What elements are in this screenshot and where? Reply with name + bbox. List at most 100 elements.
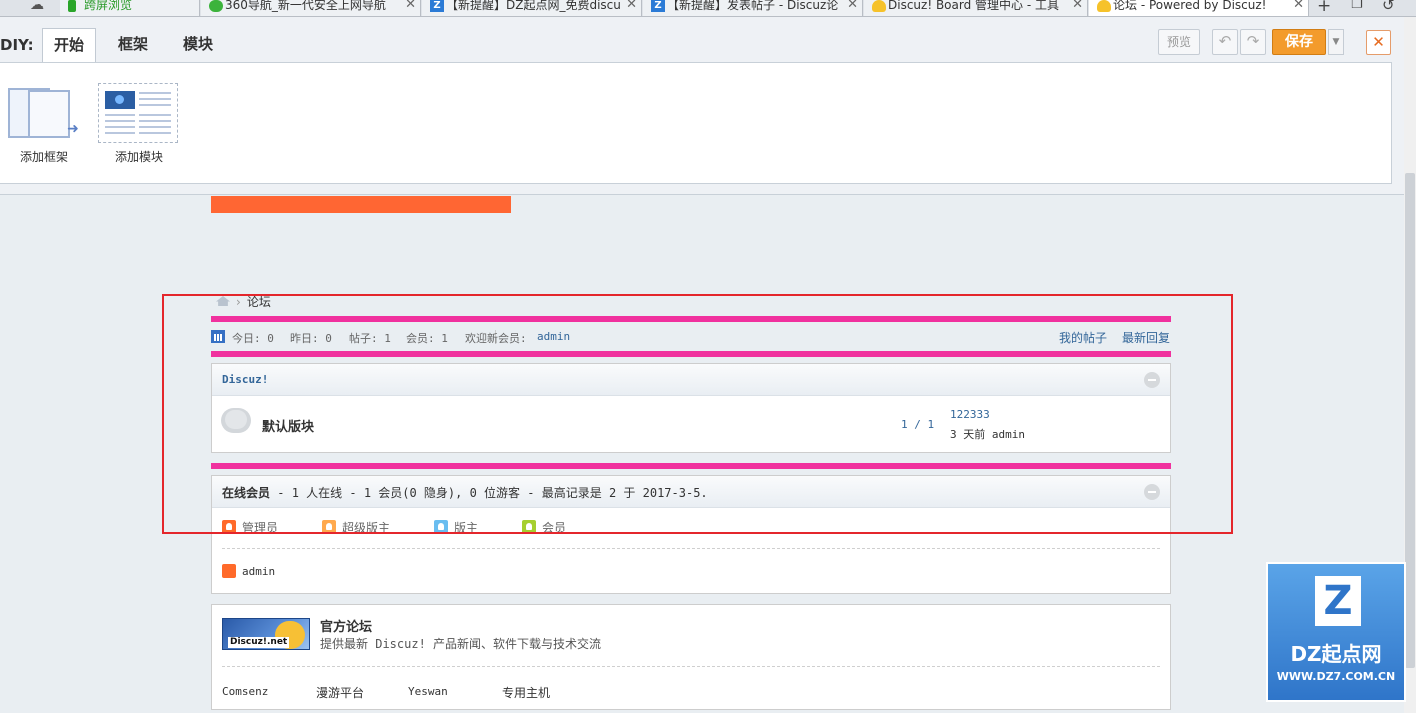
- browser-tab-admin[interactable]: Discuz! Board 管理中心 - 工具 ✕: [864, 0, 1088, 16]
- tab-start[interactable]: 开始: [42, 28, 96, 63]
- browser-tab-cross-screen[interactable]: 跨屏浏览: [60, 0, 200, 16]
- cloud-icon[interactable]: ☁: [30, 0, 48, 13]
- stat-welcome: 欢迎新会员:: [465, 332, 527, 345]
- save-button[interactable]: 保存: [1272, 29, 1326, 55]
- dashed-divider: [222, 666, 1160, 667]
- logo-text: Discuz!.net: [228, 637, 290, 648]
- online-user-name[interactable]: admin: [242, 565, 275, 578]
- forum-stats-row: 今日: 0 昨日: 0 帖子: 1 会员: 1 欢迎新会员: admin 我的帖…: [211, 329, 1171, 347]
- restore-tab-icon[interactable]: ↺: [1382, 0, 1398, 14]
- redo-button[interactable]: ↷: [1240, 29, 1266, 55]
- links-box: Discuz!.net 官方论坛 提供最新 Discuz! 产品新闻、软件下载与…: [211, 604, 1171, 710]
- close-icon[interactable]: ✕: [405, 0, 416, 11]
- tab-module[interactable]: 模块: [171, 28, 225, 62]
- online-title-label[interactable]: 在线会员: [222, 486, 270, 500]
- forum-group-title[interactable]: Discuz!: [222, 373, 268, 386]
- friend-link-manyou[interactable]: 漫游平台: [316, 684, 364, 701]
- online-user-admin[interactable]: admin: [222, 564, 275, 578]
- forum-last-post-meta: 3 天前 admin: [950, 428, 1025, 441]
- stat-posts: 帖子: 1: [349, 332, 391, 345]
- discuz-net-logo[interactable]: Discuz!.net: [222, 618, 310, 650]
- new-tab-icon[interactable]: +: [1317, 0, 1333, 16]
- online-members-title: 在线会员 - 1 人在线 - 1 会员(0 隐身), 0 位游客 - 最高记录是…: [222, 484, 708, 501]
- friend-link-yeswan[interactable]: Yeswan: [408, 685, 448, 698]
- legend-label: 版主: [454, 521, 479, 535]
- phone-icon: [68, 0, 76, 12]
- legend-label: 会员: [542, 521, 567, 535]
- browser-tab-label: 360导航_新一代安全上网导航: [225, 0, 386, 12]
- close-icon[interactable]: ✕: [1072, 0, 1083, 11]
- forum-thread-count: 1 / 1: [901, 418, 935, 431]
- forum-bubble-icon: [221, 408, 253, 436]
- bulb-icon: [872, 0, 886, 12]
- tab-list-icon[interactable]: ❐: [1351, 0, 1367, 12]
- dz-icon: Z: [651, 0, 665, 12]
- user-super-moderator-icon: [322, 520, 336, 534]
- official-forum-desc: 提供最新 Discuz! 产品新闻、软件下载与技术交流: [320, 637, 602, 651]
- user-admin-icon: [222, 564, 236, 578]
- dashed-divider: [222, 548, 1160, 549]
- legend-label: 超级版主: [342, 521, 391, 535]
- user-member-icon: [522, 520, 536, 534]
- dz7-watermark-logo: Z DZ起点网 WWW.DZ7.COM.CN: [1266, 562, 1406, 702]
- close-icon[interactable]: ✕: [626, 0, 637, 11]
- orange-header-strip: [211, 196, 511, 213]
- pink-divider-bar: [211, 463, 1171, 469]
- tab-frame[interactable]: 框架: [106, 28, 160, 62]
- stat-yesterday: 昨日: 0: [290, 332, 332, 345]
- friend-link-hosting[interactable]: 专用主机: [502, 684, 550, 701]
- legend-moderator: 版主: [434, 519, 478, 536]
- friend-link-comsenz[interactable]: Comsenz: [222, 685, 268, 698]
- browser-tab-label: 【新提醒】DZ起点网_免费discu: [446, 0, 621, 12]
- my-posts-link[interactable]: 我的帖子: [1059, 329, 1107, 346]
- browser-tab-dz7[interactable]: Z 【新提醒】DZ起点网_免费discu ✕: [422, 0, 642, 16]
- browser-tab-label: 论坛 - Powered by Discuz!: [1113, 0, 1267, 12]
- collapse-icon[interactable]: [1144, 372, 1160, 388]
- latest-replies-link[interactable]: 最新回复: [1122, 329, 1170, 346]
- legend-super-moderator: 超级版主: [322, 519, 390, 536]
- 360-icon: [209, 0, 223, 12]
- forum-last-post-link[interactable]: 122333: [950, 408, 990, 421]
- close-icon[interactable]: ✕: [1293, 0, 1304, 11]
- legend-member: 会员: [522, 519, 566, 536]
- diy-panel: ➜ 添加框架 添加模块: [0, 62, 1392, 184]
- browser-tab-label: 【新提醒】发表帖子 - Discuz论: [667, 0, 839, 12]
- collapse-icon[interactable]: [1144, 484, 1160, 500]
- online-members-box: 在线会员 - 1 人在线 - 1 会员(0 隐身), 0 位游客 - 最高记录是…: [211, 475, 1171, 594]
- preview-button[interactable]: 预览: [1158, 29, 1200, 55]
- bulb-icon: [1097, 0, 1111, 12]
- watermark-url: WWW.DZ7.COM.CN: [1276, 670, 1396, 683]
- breadcrumb-current: 论坛: [246, 295, 271, 309]
- stat-today: 今日: 0: [232, 332, 274, 345]
- pink-divider-bar: [211, 316, 1171, 322]
- scrollbar-thumb[interactable]: [1405, 173, 1415, 668]
- home-icon[interactable]: [216, 296, 230, 306]
- stat-newest-member-link[interactable]: admin: [537, 330, 570, 343]
- add-module-label: 添加模块: [114, 150, 163, 164]
- close-icon[interactable]: ✕: [847, 0, 858, 11]
- watermark-badge: Z: [1315, 576, 1361, 626]
- browser-tab-label: 跨屏浏览: [84, 0, 133, 12]
- breadcrumb: › 论坛: [216, 293, 271, 309]
- close-diy-button[interactable]: ✕: [1366, 30, 1391, 55]
- undo-button[interactable]: ↶: [1212, 29, 1238, 55]
- browser-tab-360[interactable]: 360导航_新一代安全上网导航 ✕: [201, 0, 421, 16]
- add-frame-icon: ➜: [8, 88, 79, 140]
- pink-divider-bar: [211, 351, 1171, 357]
- watermark-name: DZ起点网: [1290, 642, 1382, 666]
- diy-toolbar: DIY: 开始 框架 模块 预览 ↶ ↷ 保存 ▼ ✕ ➜ 添加框架 添加模块: [0, 17, 1416, 195]
- save-dropdown-button[interactable]: ▼: [1328, 29, 1344, 55]
- legend-admin: 管理员: [222, 519, 278, 536]
- add-module-icon: [98, 83, 178, 143]
- browser-tab-forum-active[interactable]: 论坛 - Powered by Discuz! ✕: [1089, 0, 1309, 16]
- forum-name-link[interactable]: 默认版块: [262, 416, 314, 435]
- legend-label: 管理员: [242, 521, 279, 535]
- official-forum-link[interactable]: 官方论坛: [320, 616, 372, 635]
- browser-tab-post[interactable]: Z 【新提醒】发表帖子 - Discuz论 ✕: [643, 0, 863, 16]
- browser-tab-strip: ☁ 跨屏浏览 360导航_新一代安全上网导航 ✕ Z 【新提醒】DZ起点网_免费…: [0, 0, 1416, 17]
- diy-title: DIY:: [0, 36, 34, 54]
- breadcrumb-separator: ›: [236, 295, 241, 309]
- user-admin-icon: [222, 520, 236, 534]
- forum-group-header: Discuz!: [212, 364, 1170, 396]
- online-summary: - 1 人在线 - 1 会员(0 隐身), 0 位游客 - 最高记录是 2 于 …: [270, 486, 708, 500]
